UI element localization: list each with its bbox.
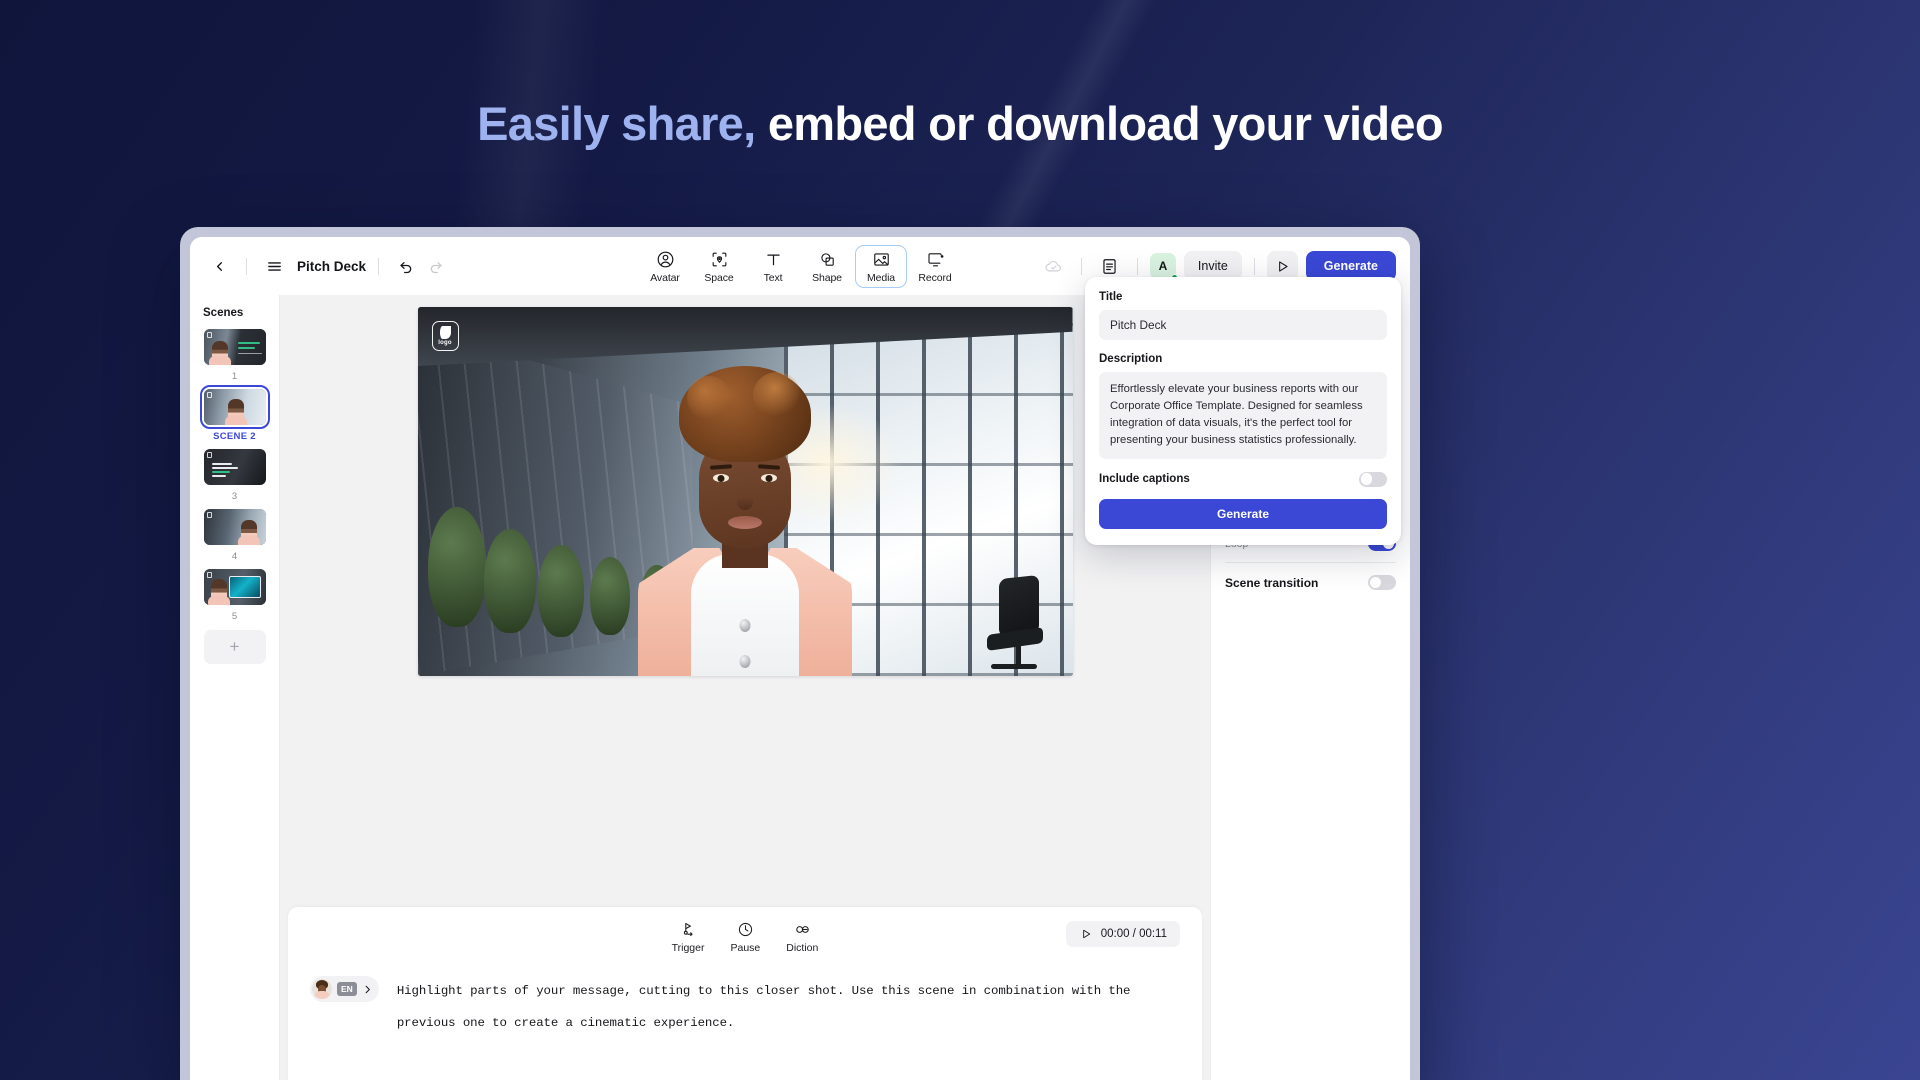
scene-item-3[interactable]: 3 [190, 449, 279, 502]
app-window: Pitch Deck Avatar Space Text Shape Media… [190, 237, 1410, 1080]
script-tool-diction[interactable]: Diction [786, 921, 818, 954]
scene-badge-icon [206, 332, 212, 338]
properties-divider-2 [1225, 562, 1396, 563]
tool-space[interactable]: Space [693, 245, 745, 288]
script-tool-label: Trigger [671, 942, 705, 954]
toolbar-divider-1 [246, 257, 247, 275]
scene-label: 4 [231, 551, 238, 562]
scene-thumbnail [203, 509, 266, 545]
logo-badge-text: logo [438, 340, 452, 346]
tool-text[interactable]: Text [747, 245, 799, 288]
script-toolbar: Trigger Pause Diction [310, 921, 1180, 954]
tool-media[interactable]: Media [855, 244, 907, 288]
app-window-frame: Pitch Deck Avatar Space Text Shape Media… [180, 227, 1420, 1080]
toolbar-left-group: Pitch Deck [204, 251, 451, 281]
scene-item-5[interactable]: 5 [190, 569, 279, 622]
tool-media-label: Media [866, 271, 896, 284]
generate-popover: Title Pitch Deck Description Effortlessl… [1085, 277, 1401, 545]
toolbar-tools: Avatar Space Text Shape Media Record [639, 244, 961, 288]
scene-thumbnail [203, 329, 266, 365]
script-content-row: EN Highlight parts of your message, cutt… [310, 976, 1180, 1039]
scenes-sidebar: Scenes 1 SCENE 2 3 4 5 + [190, 295, 280, 1080]
account-avatar[interactable]: A [1149, 253, 1178, 281]
editor-center-column: logo Trigger Pause Diction 00:00 / 00:11… [280, 295, 1210, 1080]
scene-transition-label: Scene transition [1225, 575, 1319, 590]
back-button[interactable] [204, 251, 234, 281]
speaker-avatar [312, 979, 332, 999]
scene-label: 3 [231, 491, 238, 502]
script-tool-pause[interactable]: Pause [730, 921, 760, 954]
account-initial: A [1158, 259, 1168, 273]
tool-text-label: Text [763, 271, 783, 284]
toolbar-divider-5 [1253, 257, 1255, 275]
tool-space-label: Space [704, 271, 734, 284]
page-background: Easily share, embed or download your vid… [0, 0, 1920, 1080]
scene-item-2[interactable]: SCENE 2 [190, 385, 279, 442]
scene-label: 1 [231, 371, 238, 382]
tool-shape[interactable]: Shape [801, 245, 853, 288]
tool-avatar-label: Avatar [650, 271, 680, 284]
canvas-area: logo [280, 295, 1210, 895]
scene-badge-icon [206, 392, 212, 398]
popover-title-label: Title [1099, 291, 1123, 303]
headline-rest: embed or download your video [755, 97, 1444, 150]
scene-thumbnail [203, 449, 266, 485]
scene-label: 5 [231, 611, 238, 622]
hamburger-menu-icon[interactable] [259, 251, 289, 281]
popover-title-input[interactable]: Pitch Deck [1099, 310, 1387, 340]
scene-badge-icon [206, 452, 212, 458]
playback-time-display[interactable]: 00:00 / 00:11 [1065, 921, 1180, 947]
scene-label: SCENE 2 [213, 431, 256, 442]
tool-avatar[interactable]: Avatar [639, 245, 691, 288]
office-chair [979, 574, 1044, 669]
scene-transition-row: Scene transition [1225, 575, 1396, 590]
scene-item-4[interactable]: 4 [190, 509, 279, 562]
document-title[interactable]: Pitch Deck [297, 259, 366, 274]
redo-icon[interactable] [421, 251, 451, 281]
speaker-chip[interactable]: EN [310, 976, 379, 1002]
chevron-right-icon [365, 985, 370, 993]
scene-thumbnail [199, 385, 270, 429]
tool-shape-label: Shape [812, 271, 842, 284]
popover-description-label: Description [1099, 353, 1163, 365]
cloud-sync-icon[interactable] [1038, 251, 1069, 282]
popover-description-input[interactable]: Effortlessly elevate your business repor… [1099, 372, 1387, 459]
language-badge: EN [337, 982, 357, 996]
undo-icon[interactable] [391, 251, 421, 281]
include-captions-row: Include captions [1099, 471, 1387, 487]
scene-transition-toggle[interactable] [1368, 575, 1396, 590]
include-captions-label: Include captions [1099, 473, 1190, 486]
scene-item-1[interactable]: 1 [190, 329, 279, 382]
scene-badge-icon [206, 512, 212, 518]
scene-badge-icon [206, 572, 212, 578]
toolbar-divider-2 [378, 257, 380, 275]
tool-record-label: Record [918, 271, 952, 284]
script-tool-label: Pause [730, 942, 761, 954]
include-captions-toggle[interactable] [1359, 471, 1387, 487]
script-panel: Trigger Pause Diction 00:00 / 00:11 EN H… [288, 907, 1202, 1080]
page-headline: Easily share, embed or download your vid… [0, 96, 1920, 151]
script-tool-trigger[interactable]: Trigger [671, 921, 705, 954]
scenes-title: Scenes [203, 307, 244, 319]
logo-mark [439, 326, 451, 339]
script-text[interactable]: Highlight parts of your message, cutting… [397, 976, 1180, 1039]
playback-time-text: 00:00 / 00:11 [1100, 928, 1167, 940]
popover-generate-button[interactable]: Generate [1099, 498, 1387, 529]
toolbar-divider-3 [1080, 257, 1082, 275]
scene-thumbnail [203, 569, 266, 605]
brand-logo-icon[interactable]: logo [431, 321, 459, 351]
video-canvas[interactable]: logo [417, 307, 1073, 676]
add-scene-button[interactable]: + [203, 630, 266, 664]
avatar-presenter [630, 366, 860, 676]
script-tool-label: Diction [786, 942, 819, 954]
tool-record[interactable]: Record [909, 245, 961, 288]
headline-accent: Easily share, [477, 97, 756, 150]
toolbar-divider-4 [1136, 257, 1138, 275]
